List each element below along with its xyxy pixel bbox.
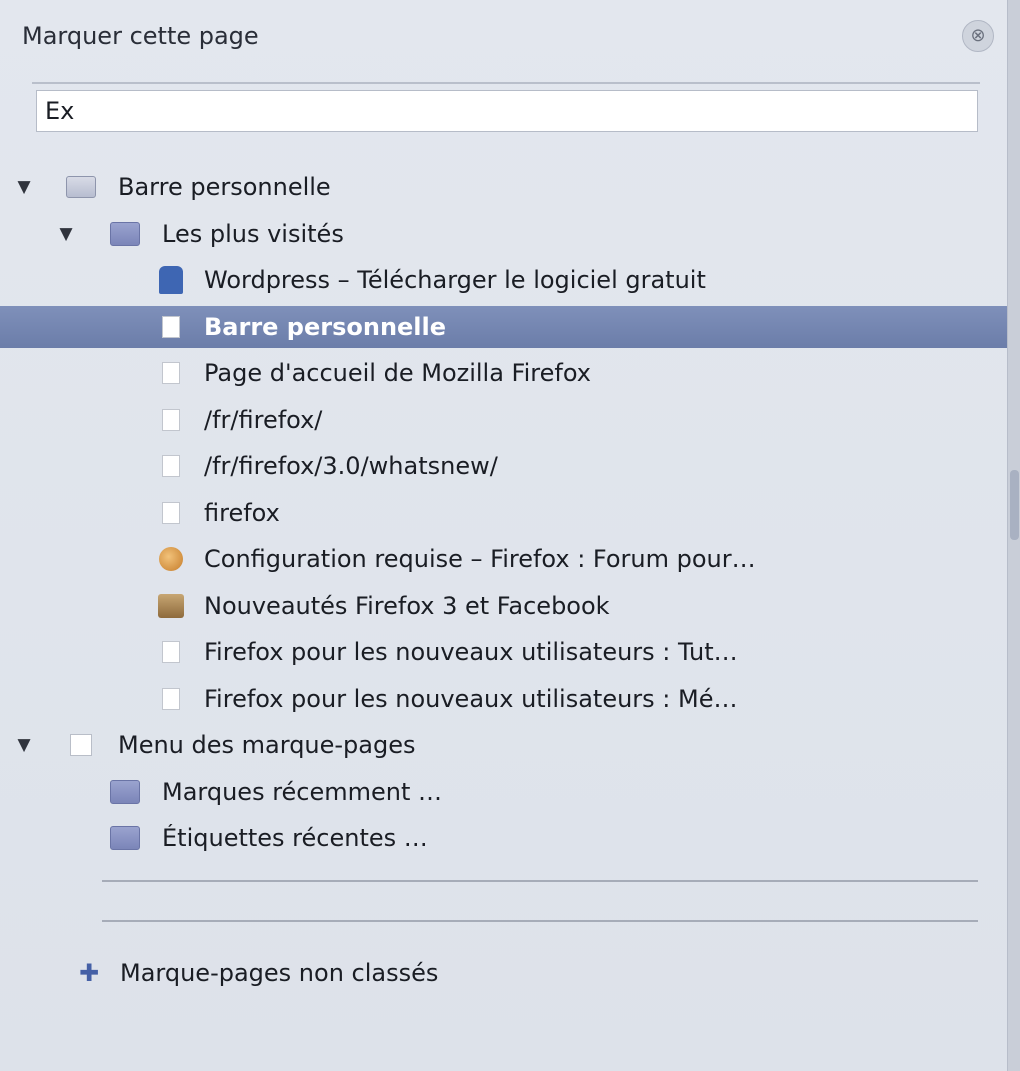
tree-row[interactable]: ▼ Les plus visités — [0, 213, 1008, 255]
unsorted-bookmarks-row[interactable]: ✚ Marque-pages non classés — [0, 952, 1008, 994]
tree-row-label: Page d'accueil de Mozilla Firefox — [204, 359, 591, 387]
tree-row-label: Wordpress – Télécharger le logiciel grat… — [204, 266, 706, 294]
brown-icon — [156, 591, 186, 621]
tree-row-label: Étiquettes récentes … — [162, 824, 428, 852]
tree-row-label: Nouveautés Firefox 3 et Facebook — [204, 591, 610, 620]
tree-row-label: /fr/firefox/ — [204, 405, 323, 434]
folder-icon — [110, 219, 140, 249]
tree-row-label: Marques récemment … — [162, 777, 443, 806]
tree-row[interactable]: Configuration requise – Firefox : Forum … — [0, 538, 1008, 580]
page-icon-shape — [162, 501, 180, 524]
tree-row[interactable]: Wordpress – Télécharger le logiciel grat… — [0, 259, 1008, 301]
folder-icon — [110, 777, 140, 807]
bookmark-panel: Marquer cette page ⊗ ▼Barre personnelle▼… — [0, 0, 1008, 1071]
page-icon-shape — [162, 455, 180, 477]
tree-row-label: Configuration requise – Firefox : Forum … — [204, 545, 756, 573]
tree-row[interactable]: Firefox pour les nouveaux utilisateurs :… — [0, 678, 1008, 720]
tree-row[interactable]: ▼ Barre personnelle — [0, 166, 1008, 208]
tree-row[interactable]: Page d'accueil de Mozilla Firefox — [0, 352, 1008, 394]
tree-row[interactable]: Nouveautés Firefox 3 et Facebook — [0, 585, 1008, 627]
tree-row[interactable]: ▼ Menu des marque-pages — [0, 724, 1008, 766]
page-icon-shape — [162, 408, 180, 431]
site-icon — [156, 265, 186, 295]
tree-row-label: /fr/firefox/3.0/whatsnew/ — [204, 452, 498, 480]
header-divider — [32, 82, 980, 84]
page-icon-shape — [162, 641, 180, 663]
page-icon — [156, 312, 186, 342]
expand-twisty-icon[interactable]: ▼ — [14, 735, 34, 755]
tree-row-label: Firefox pour les nouveaux utilisateurs :… — [204, 684, 738, 713]
page-icon-shape — [162, 687, 180, 710]
firefox-icon-shape — [162, 362, 180, 384]
expand-twisty-icon[interactable]: ▼ — [14, 177, 34, 197]
star-folder-icon — [66, 172, 96, 202]
tree-row[interactable]: Étiquettes récentes … — [0, 817, 1008, 859]
folder-icon-shape — [110, 221, 140, 246]
close-icon[interactable]: ⊗ — [962, 20, 994, 52]
orange-icon — [156, 544, 186, 574]
tree-row[interactable]: /fr/firefox/3.0/whatsnew/ — [0, 445, 1008, 487]
page-icon — [156, 637, 186, 667]
page-icon — [156, 684, 186, 714]
folder-icon-shape — [110, 826, 140, 850]
page-icon-shape — [162, 315, 180, 338]
tree-row[interactable]: Firefox pour les nouveaux utilisateurs :… — [0, 631, 1008, 673]
tree-row[interactable]: firefox — [0, 492, 1008, 534]
separator-line — [102, 920, 978, 922]
plus-icon: ✚ — [78, 959, 100, 987]
search-input[interactable] — [36, 90, 978, 132]
page-icon — [156, 498, 186, 528]
firefox-icon — [156, 358, 186, 388]
tree-row[interactable]: Barre personnelle — [0, 305, 1008, 348]
tree-row-label: firefox — [204, 498, 280, 527]
tree-row-label: Barre personnelle — [204, 312, 447, 341]
tree-row[interactable]: Marques récemment … — [0, 771, 1008, 813]
scrollbar-thumb[interactable] — [1010, 470, 1019, 540]
orange-icon-shape — [159, 547, 183, 571]
tree-row-label: Firefox pour les nouveaux utilisateurs :… — [204, 638, 738, 666]
separator-line — [102, 880, 978, 882]
empty-folder-icon-shape — [70, 734, 92, 756]
scrollbar[interactable] — [1007, 0, 1020, 1071]
page-icon — [156, 451, 186, 481]
expand-twisty-icon[interactable]: ▼ — [56, 224, 76, 244]
brown-icon-shape — [158, 593, 184, 618]
tree-row[interactable]: /fr/firefox/ — [0, 399, 1008, 441]
tree-row-label: Menu des marque-pages — [118, 731, 416, 759]
panel-title: Marquer cette page — [22, 22, 259, 50]
empty-folder-icon — [66, 730, 96, 760]
folder-icon-shape — [110, 779, 140, 804]
folder-icon — [110, 823, 140, 853]
tree-row-label: Les plus visités — [162, 219, 344, 248]
page-icon — [156, 405, 186, 435]
unsorted-bookmarks-label: Marque-pages non classés — [120, 959, 439, 987]
star-folder-icon-shape — [66, 176, 96, 198]
tree-row-label: Barre personnelle — [118, 173, 331, 201]
site-icon-shape — [159, 266, 183, 294]
